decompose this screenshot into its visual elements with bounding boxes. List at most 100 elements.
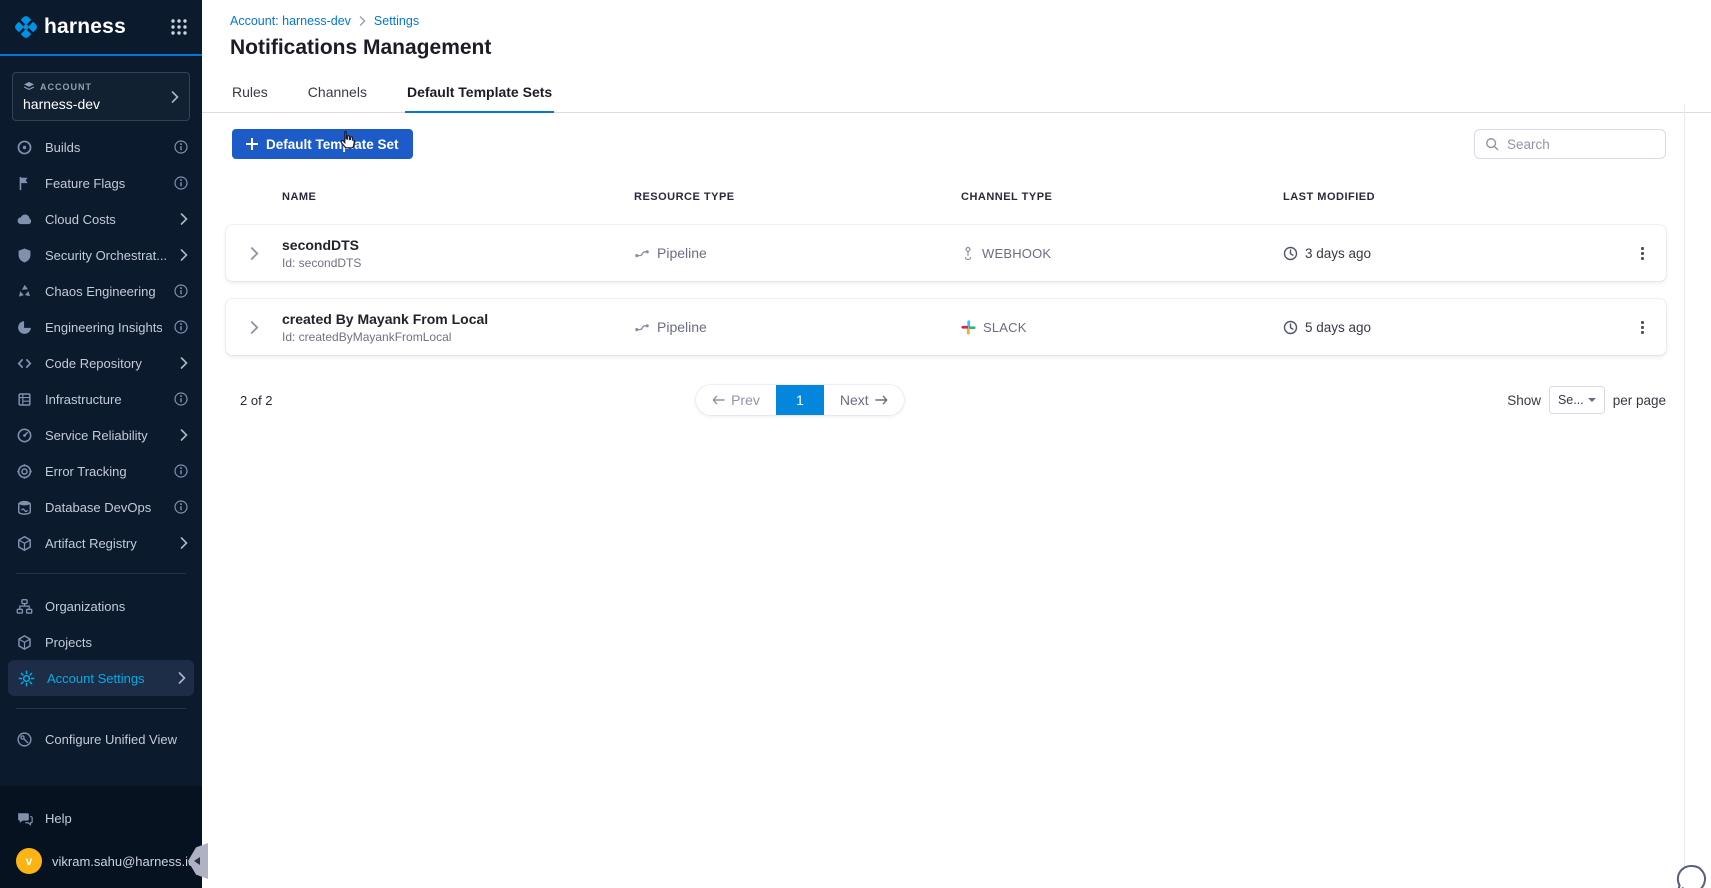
artifact-registry-icon — [18, 535, 31, 551]
help-button[interactable]: Help — [0, 800, 202, 836]
app-launcher-grid-icon[interactable] — [170, 18, 188, 36]
show-label: Show — [1507, 392, 1541, 408]
sidebar-item-cloud-costs[interactable]: Cloud Costs — [0, 201, 202, 237]
chevron-right-icon — [171, 90, 179, 103]
sidebar: harness ACCOUNT harness-dev Builds Featu… — [0, 0, 208, 888]
sidebar-item-error-tracking[interactable]: Error Tracking — [0, 453, 202, 489]
template-set-name: secondDTS — [282, 236, 360, 253]
sidebar-item-builds[interactable]: Builds — [0, 129, 202, 165]
projects-icon — [18, 634, 31, 650]
row-expander-chevron-icon[interactable] — [226, 246, 282, 260]
help-chat-icon — [18, 812, 33, 826]
info-icon[interactable] — [174, 320, 188, 334]
sidebar-item-chaos-engineering[interactable]: Chaos Engineering — [0, 273, 202, 309]
pagination-pill: Prev 1 Next — [696, 385, 904, 415]
account-scope-icon — [23, 82, 35, 90]
chevron-right-icon — [180, 249, 188, 261]
info-icon[interactable] — [174, 140, 188, 154]
account-name: harness-dev — [23, 96, 101, 112]
main-content: Account: harness-dev Settings Notificati… — [202, 0, 1711, 888]
template-set-name: created By Mayank From Local — [282, 310, 489, 327]
info-icon[interactable] — [174, 392, 188, 406]
pipeline-icon — [635, 324, 649, 332]
breadcrumb-account-link[interactable]: Account: harness-dev — [230, 14, 351, 28]
resource-type-cell: Pipeline — [634, 319, 961, 335]
user-menu[interactable]: v vikram.sahu@harness.io — [0, 836, 202, 888]
page-number-button[interactable]: 1 — [775, 385, 824, 415]
page-size-control: Show Se... per page — [1507, 386, 1666, 414]
settings-gear-icon — [18, 670, 35, 686]
sidebar-item-infrastructure[interactable]: Infrastructure — [0, 381, 202, 417]
tab-content: Default Template Set NAME RESOURCE TYPE … — [202, 113, 1711, 415]
table-row[interactable]: created By Mayank From Local Id: created… — [226, 299, 1666, 355]
arrow-left-icon — [712, 395, 725, 405]
sidebar-item-configure-unified-view[interactable]: Configure Unified View — [0, 721, 202, 757]
user-email: vikram.sahu@harness.io — [52, 853, 196, 869]
tab-default-template-sets[interactable]: Default Template Sets — [404, 76, 555, 113]
sidebar-footer: Help v vikram.sahu@harness.io — [0, 786, 202, 888]
chat-widget-icon[interactable] — [1675, 862, 1709, 888]
builds-icon — [17, 140, 32, 154]
channel-type-cell: WEBHOOK — [961, 246, 1283, 261]
sidebar-item-engineering-insights[interactable]: Engineering Insights — [0, 309, 202, 345]
per-page-label: per page — [1612, 392, 1666, 408]
info-icon[interactable] — [174, 500, 188, 514]
name-cell: created By Mayank From Local Id: created… — [282, 311, 634, 344]
sidebar-item-artifact-registry[interactable]: Artifact Registry — [0, 525, 202, 561]
search-input[interactable] — [1507, 136, 1655, 152]
harness-logo-icon — [15, 16, 37, 38]
column-header-channel-type: CHANNEL TYPE — [961, 191, 1053, 203]
tab-rules[interactable]: Rules — [230, 76, 270, 113]
sidebar-item-organizations[interactable]: Organizations — [0, 588, 202, 624]
pagination: 2 of 2 Prev 1 Next Show Se... per page — [226, 385, 1666, 415]
cloud-costs-icon — [17, 213, 32, 224]
row-menu-kebab-icon[interactable] — [1618, 241, 1666, 266]
account-selector[interactable]: ACCOUNT harness-dev — [12, 72, 190, 121]
sidebar-item-code-repository[interactable]: Code Repository — [0, 345, 202, 381]
service-reliability-icon — [17, 428, 32, 442]
app-window: harness ACCOUNT harness-dev Builds Featu… — [0, 0, 1711, 888]
sidebar-item-security-orchestration[interactable]: Security Orchestrat... — [0, 237, 202, 273]
infrastructure-icon — [18, 392, 31, 406]
sidebar-item-projects[interactable]: Projects — [0, 624, 202, 660]
sidebar-item-account-settings[interactable]: Account Settings — [8, 660, 194, 696]
logo-text: harness — [44, 15, 126, 38]
search-icon — [1486, 138, 1499, 151]
column-header-name: NAME — [282, 191, 317, 203]
next-page-button[interactable]: Next — [823, 385, 904, 415]
module-nav: Builds Feature Flags Cloud Costs Securit… — [0, 129, 202, 561]
prev-page-button[interactable]: Prev — [696, 385, 776, 415]
last-modified-cell: 5 days ago — [1283, 320, 1618, 335]
chevron-right-icon — [178, 672, 186, 684]
add-default-template-set-button[interactable]: Default Template Set — [232, 129, 413, 159]
row-expander-chevron-icon[interactable] — [226, 320, 282, 334]
slack-icon — [961, 319, 976, 335]
info-icon[interactable] — [174, 464, 188, 478]
sidebar-item-feature-flags[interactable]: Feature Flags — [0, 165, 202, 201]
security-shield-icon — [18, 247, 31, 263]
sidebar-divider — [16, 708, 186, 709]
sidebar-item-service-reliability[interactable]: Service Reliability — [0, 417, 202, 453]
chevron-right-icon — [180, 429, 188, 441]
scope-nav: Organizations Projects Account Settings — [0, 588, 202, 696]
table-header: NAME RESOURCE TYPE CHANNEL TYPE LAST MOD… — [226, 187, 1666, 207]
breadcrumb-settings-link[interactable]: Settings — [374, 14, 419, 28]
table-row[interactable]: secondDTS Id: secondDTS Pipeline WEBHOOK… — [226, 225, 1666, 281]
sidebar-item-database-devops[interactable]: Database DevOps — [0, 489, 202, 525]
info-icon[interactable] — [174, 176, 188, 190]
content-right-divider — [1684, 104, 1685, 888]
chevron-right-icon — [180, 537, 188, 549]
chevron-down-icon — [1587, 398, 1596, 402]
avatar: v — [16, 848, 42, 874]
plus-icon — [246, 138, 258, 150]
page-size-select[interactable]: Se... — [1548, 386, 1605, 414]
code-repository-icon — [17, 358, 32, 368]
engineering-insights-icon — [18, 319, 32, 334]
row-menu-kebab-icon[interactable] — [1618, 315, 1666, 340]
chevron-right-icon — [180, 357, 188, 369]
organizations-icon — [16, 598, 33, 614]
breadcrumb: Account: harness-dev Settings — [230, 14, 1711, 28]
tab-channels[interactable]: Channels — [306, 76, 369, 113]
info-icon[interactable] — [174, 284, 188, 298]
resource-type-cell: Pipeline — [634, 245, 961, 261]
